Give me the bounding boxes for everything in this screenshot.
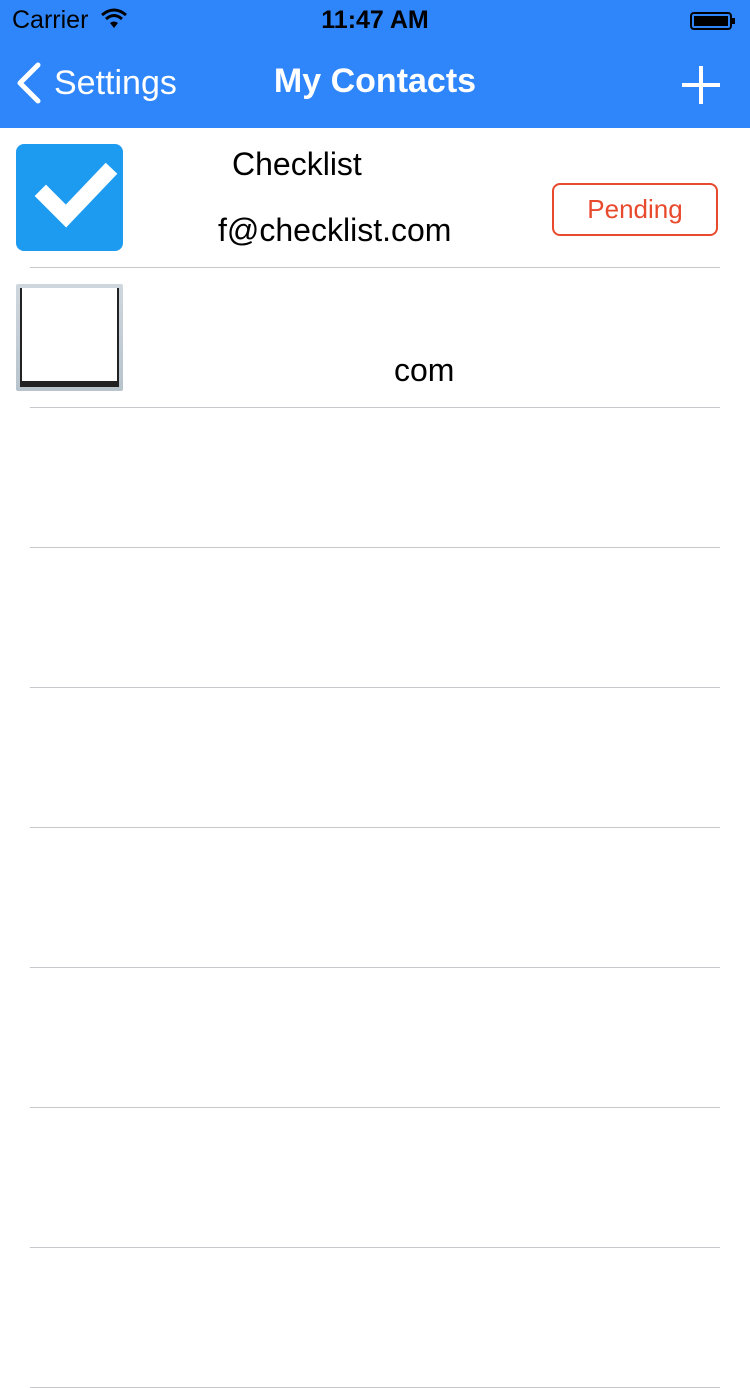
contact-name: Checklist bbox=[232, 146, 362, 182]
contact-email: f@checklist.com bbox=[218, 212, 452, 248]
avatar-photo bbox=[20, 288, 119, 387]
empty-row bbox=[0, 408, 750, 548]
checkmark-icon bbox=[34, 162, 118, 228]
contact-avatar bbox=[16, 144, 123, 251]
page-title: My Contacts bbox=[273, 62, 477, 100]
contact-list: Checklist f@checklist.com com bbox=[0, 128, 750, 1388]
battery-icon bbox=[690, 12, 735, 30]
empty-row bbox=[0, 688, 750, 828]
empty-row bbox=[0, 1248, 750, 1388]
plus-icon[interactable] bbox=[678, 62, 724, 108]
empty-row bbox=[0, 1108, 750, 1248]
status-bar: Carrier 11:47 AM bbox=[0, 0, 750, 40]
contact-email: com bbox=[394, 352, 455, 388]
contact-avatar bbox=[16, 284, 123, 391]
empty-row bbox=[0, 548, 750, 688]
empty-row bbox=[0, 828, 750, 968]
contact-row-pending[interactable]: com bbox=[0, 268, 750, 408]
top-bar: Carrier 11:47 AM Settings My Contacts bbox=[0, 0, 750, 128]
status-time: 11:47 AM bbox=[321, 6, 429, 34]
empty-row bbox=[0, 968, 750, 1108]
pending-status-button[interactable]: Pending bbox=[552, 183, 718, 236]
navigation-bar: Settings My Contacts bbox=[0, 40, 750, 128]
